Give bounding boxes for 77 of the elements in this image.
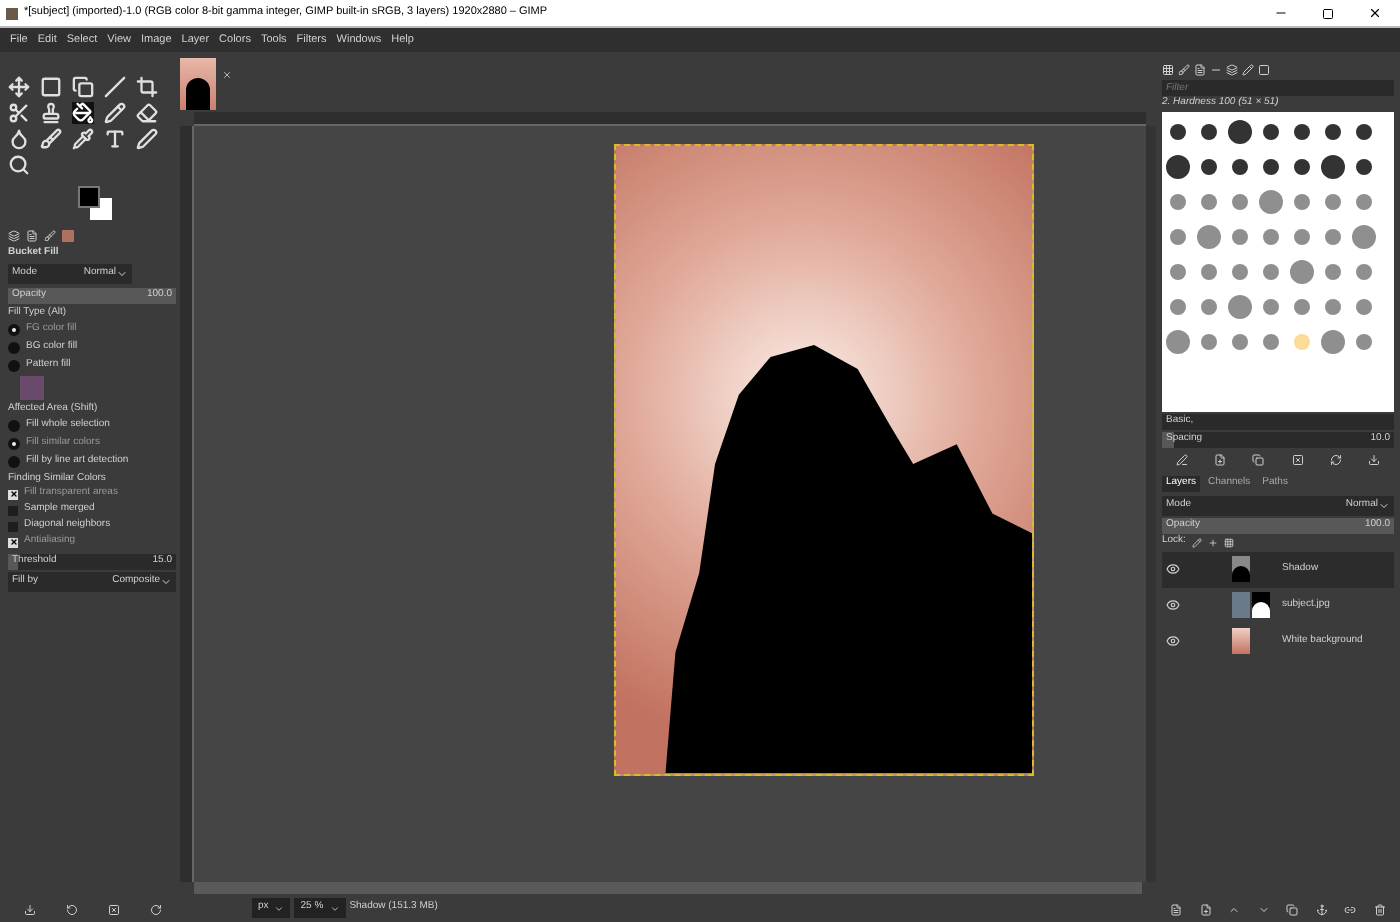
checkbox[interactable]: [8, 537, 18, 547]
search-icon[interactable]: [8, 154, 30, 176]
eraser-icon[interactable]: [136, 102, 158, 124]
radio-button[interactable]: [8, 341, 20, 353]
layer-action-icon[interactable]: [1170, 904, 1183, 916]
brush-action-icon[interactable]: [1252, 453, 1265, 465]
panel-action-icon[interactable]: [149, 904, 161, 916]
brush-icon[interactable]: [40, 128, 62, 150]
square-icon[interactable]: [40, 76, 62, 98]
minimize-icon[interactable]: [1274, 6, 1288, 20]
brush-tab-icon[interactable]: [1210, 64, 1222, 76]
brush-action-icon[interactable]: [1213, 453, 1226, 465]
dock-tab-icon[interactable]: [8, 230, 20, 242]
pipette-icon[interactable]: [72, 128, 94, 150]
vertical-scrollbar[interactable]: [1146, 126, 1156, 882]
paint-bucket-icon[interactable]: [72, 102, 94, 124]
dock-tab-thumbnail[interactable]: [62, 230, 74, 242]
pattern-swatch[interactable]: [20, 376, 44, 400]
pencil-icon[interactable]: [1191, 537, 1202, 547]
stamp-icon[interactable]: [40, 102, 62, 124]
droplet-icon[interactable]: [8, 128, 30, 150]
brush-tab-icon[interactable]: [1194, 64, 1206, 76]
chevron-down-icon: [274, 903, 285, 913]
layer-thumbnail: [1232, 628, 1250, 654]
horizontal-scrollbar[interactable]: [194, 882, 1142, 894]
slash-icon[interactable]: [104, 76, 126, 98]
layer-action-icon[interactable]: [1344, 904, 1357, 916]
crop-icon[interactable]: [136, 76, 158, 98]
layer-action-icon[interactable]: [1199, 904, 1212, 916]
mask-thumbnail: [1252, 592, 1270, 618]
grid-icon[interactable]: [1223, 537, 1234, 547]
chevron-down-icon: [116, 267, 128, 279]
brush-tab-icon[interactable]: [1226, 64, 1238, 76]
checkbox[interactable]: [8, 521, 18, 531]
dock-tab-icon[interactable]: [26, 230, 38, 242]
layer-action-icon[interactable]: [1286, 904, 1299, 916]
scissors-icon[interactable]: [8, 102, 30, 124]
layer-action-icon[interactable]: [1257, 904, 1270, 916]
brush-action-icon[interactable]: [1291, 453, 1304, 465]
chevron-down-icon: [329, 903, 340, 913]
radio-button[interactable]: [8, 456, 20, 468]
layer-thumbnail: [1232, 592, 1250, 618]
panel-action-icon[interactable]: [107, 904, 119, 916]
maximize-icon[interactable]: [1322, 7, 1334, 19]
close-icon[interactable]: [1368, 6, 1382, 20]
radio-button[interactable]: [8, 420, 20, 432]
move-icon[interactable]: [8, 76, 30, 98]
brush-action-icon[interactable]: [1175, 453, 1188, 465]
overlapping-squares-icon[interactable]: [72, 76, 94, 98]
eye-icon[interactable]: [1166, 598, 1180, 612]
checkbox[interactable]: [8, 505, 18, 515]
radio-button[interactable]: [8, 323, 20, 335]
chevron-down-icon: [1378, 499, 1390, 511]
brush-action-icon[interactable]: [1368, 453, 1381, 465]
brush-tab-icon[interactable]: [1162, 64, 1174, 76]
dock-tab-icon[interactable]: [44, 230, 56, 242]
panel-action-icon[interactable]: [65, 904, 77, 916]
checkbox[interactable]: [8, 489, 18, 499]
chevron-down-icon: [160, 576, 172, 588]
pen-icon[interactable]: [136, 128, 158, 150]
layer-thumbnail: [1232, 556, 1250, 582]
text-tool-icon[interactable]: [104, 128, 126, 150]
image-thumbnail[interactable]: [180, 58, 216, 110]
color-swatches-drawing[interactable]: [74, 184, 118, 224]
layer-action-icon[interactable]: [1315, 904, 1328, 916]
pencil-icon[interactable]: [104, 102, 126, 124]
brush-action-icon[interactable]: [1329, 453, 1342, 465]
layer-action-icon[interactable]: [1373, 904, 1386, 916]
layer-action-icon[interactable]: [1228, 904, 1241, 916]
eye-icon[interactable]: [1166, 634, 1180, 648]
panel-action-icon[interactable]: [23, 904, 35, 916]
app-icon: [6, 7, 18, 19]
plus-icon[interactable]: [1207, 537, 1218, 547]
radio-button[interactable]: [8, 438, 20, 450]
eye-icon[interactable]: [1166, 562, 1180, 576]
brush-tab-icon[interactable]: [1178, 64, 1190, 76]
radio-button[interactable]: [8, 359, 20, 371]
